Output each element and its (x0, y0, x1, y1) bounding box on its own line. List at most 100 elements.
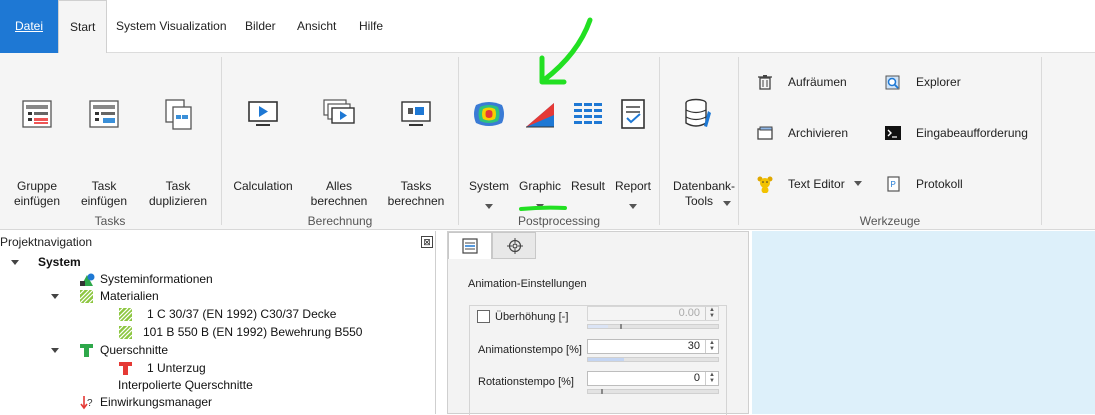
separator (221, 57, 222, 225)
text-editor-button[interactable]: Text Editor (756, 173, 866, 195)
datenbank-tools-label: Datenbank-Tools (664, 179, 735, 209)
animation-settings-panel: Animation-Einstellungen Überhöhung [-] 0… (447, 231, 749, 415)
chevron-down-icon (485, 204, 493, 209)
annotation-arrow (539, 17, 593, 85)
tree-label: 1 C 30/37 (EN 1992) C30/37 Decke (147, 307, 337, 321)
rotationstempo-spinbox[interactable]: 0 ▲ ▼ (587, 371, 719, 386)
trash-icon (758, 75, 772, 90)
result-button[interactable]: Result (568, 97, 608, 207)
rotationstempo-value: 0 (693, 372, 700, 384)
alles-berechnen-button[interactable]: Alles berechnen (310, 97, 368, 208)
spin-arrows-icon[interactable]: ▲ ▼ (705, 307, 718, 320)
report-label: Report (614, 179, 652, 193)
werkzeuge-group-label: Werkzeuge (859, 214, 921, 228)
tasks-berechnen-button[interactable]: Tasks berechnen (380, 97, 452, 208)
animationstempo-spinbox[interactable]: 30 ▲ ▼ (587, 339, 719, 354)
chevron-down-icon (723, 201, 731, 206)
eingabeaufforderung-button[interactable]: Eingabeaufforderung (884, 122, 1034, 144)
explorer-button[interactable]: Explorer (884, 71, 984, 93)
calculation-icon (248, 101, 278, 126)
ueberhoehung-checkbox[interactable] (477, 310, 490, 323)
menu-system-visualization[interactable]: System Visualization (105, 0, 238, 53)
explorer-icon (885, 75, 900, 90)
text-editor-bear-icon (757, 176, 773, 193)
material-hatch-icon (119, 308, 132, 321)
spin-arrows-icon[interactable]: ▲ ▼ (705, 340, 718, 353)
report-icon (621, 99, 645, 129)
svg-text:P: P (891, 180, 896, 189)
protokoll-button[interactable]: P Protokoll (884, 173, 984, 195)
task-einfuegen-button[interactable]: Task einfügen (76, 97, 132, 208)
material-hatch-icon (80, 290, 93, 303)
menu-hilfe[interactable]: Hilfe (348, 0, 394, 53)
berechnung-group-label: Berechnung (307, 214, 373, 228)
system-postprocessing-button[interactable]: System (466, 97, 512, 209)
tree-label: 1 Unterzug (147, 361, 206, 375)
rotationstempo-slider[interactable] (587, 389, 719, 394)
chevron-down-icon (854, 181, 862, 186)
calculation-label: Calculation (233, 179, 293, 193)
rotationstempo-label: Rotationstempo [%] (478, 376, 574, 388)
tree-label: Einwirkungsmanager (100, 395, 213, 409)
graphic-label: Graphic (518, 179, 562, 193)
animationstempo-slider[interactable] (587, 357, 719, 362)
task-einfuegen-label: Task einfügen (80, 179, 128, 208)
menu-ansicht[interactable]: Ansicht (286, 0, 347, 53)
tree-expand-icon[interactable] (51, 294, 59, 299)
slider-thumb[interactable] (601, 389, 603, 394)
tree-label: Querschnitte (100, 343, 169, 357)
spin-arrows-icon[interactable]: ▲ ▼ (705, 372, 718, 385)
datenbank-tools-button[interactable]: Datenbank-Tools (664, 97, 735, 209)
tree-label: Systeminformationen (100, 272, 213, 286)
duplicate-task-icon (165, 99, 192, 130)
menu-datei[interactable]: Datei (0, 0, 58, 53)
insert-task-icon (89, 100, 119, 128)
database-tools-icon (685, 98, 711, 127)
ueberhoehung-slider[interactable] (587, 324, 719, 329)
separator (458, 57, 459, 225)
separator (659, 57, 660, 225)
svg-text:?: ? (87, 398, 93, 409)
archivieren-button[interactable]: Archivieren (756, 122, 876, 144)
calculate-all-icon (323, 99, 355, 124)
tab-target[interactable] (492, 232, 536, 259)
tree-item-system[interactable]: System (38, 254, 81, 271)
menu-start[interactable]: Start (58, 0, 108, 54)
task-duplizieren-button[interactable]: Task duplizieren (142, 97, 214, 208)
close-icon[interactable]: ⊠ (421, 236, 433, 248)
tree-item-interpolierte-querschnitte[interactable]: Interpolierte Querschnitte (118, 377, 253, 394)
animationstempo-label: Animationstempo [%] (478, 344, 582, 356)
calculation-button[interactable]: Calculation (228, 97, 298, 207)
tree-expand-icon[interactable] (51, 348, 59, 353)
protokoll-label: Protokoll (916, 177, 963, 191)
animation-settings-fieldset: Überhöhung [-] 0.00 ▲ ▼ Animationstempo [… (469, 305, 727, 415)
cross-section-t-icon (80, 344, 93, 357)
postprocessing-group-label: Postprocessing (517, 214, 601, 228)
gruppe-einfuegen-button[interactable]: Gruppe einfügen (6, 97, 68, 208)
aufraeumen-label: Aufräumen (788, 75, 847, 89)
ueberhoehung-spinbox[interactable]: 0.00 ▲ ▼ (587, 306, 719, 321)
menu-bilder[interactable]: Bilder (234, 0, 287, 53)
tree-expand-icon[interactable] (11, 260, 19, 265)
ueberhoehung-label: Überhöhung [-] (495, 311, 569, 323)
tasks-group-label: Tasks (94, 214, 126, 228)
animation-settings-title: Animation-Einstellungen (468, 278, 587, 290)
explorer-label: Explorer (916, 75, 961, 89)
slider-thumb[interactable] (620, 324, 622, 329)
settings-list-icon (462, 238, 478, 254)
separator (1041, 57, 1042, 225)
separator (738, 57, 739, 225)
report-button[interactable]: Report (612, 97, 654, 209)
tab-settings[interactable] (448, 232, 492, 259)
gruppe-einfuegen-label: Gruppe einfügen (13, 179, 61, 208)
material-hatch-icon (119, 326, 132, 339)
graphic-button[interactable]: Graphic (516, 97, 564, 209)
system-info-icon (80, 273, 95, 286)
annotation-underline (519, 205, 567, 211)
graphic-diagram-icon (526, 103, 554, 128)
ueberhoehung-value: 0.00 (678, 307, 700, 319)
viewport-area[interactable] (752, 231, 1095, 414)
aufraeumen-button[interactable]: Aufräumen (756, 71, 876, 93)
task-duplizieren-label: Task duplizieren (148, 179, 208, 208)
slider-fill (588, 358, 624, 361)
